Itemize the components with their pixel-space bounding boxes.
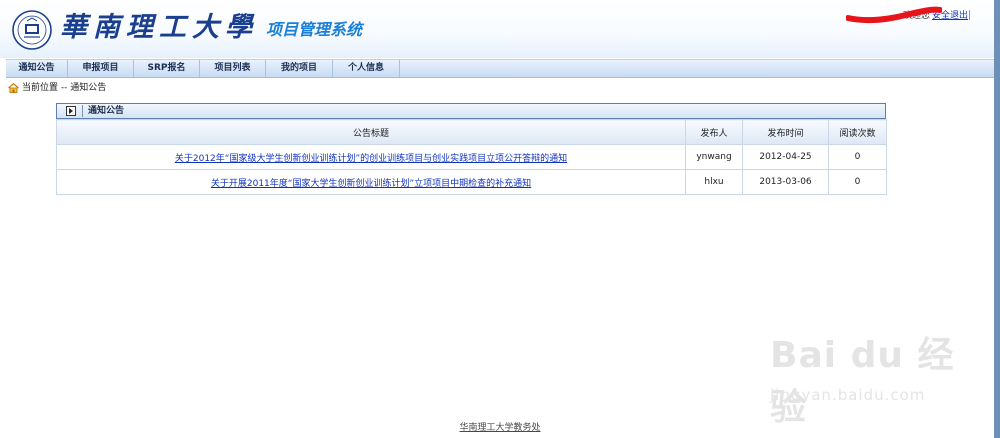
column-header-publisher: 发布人 [685, 119, 743, 145]
reads-cell: 0 [828, 144, 887, 170]
home-icon [8, 83, 19, 93]
panel-header: 通知公告 [56, 103, 886, 119]
panel-title: 通知公告 [88, 106, 125, 116]
header: 華南理工大學 项目管理系统 欢迎您 安全退出 [0, 0, 1000, 58]
breadcrumb: 当前位置 -- 通知公告 [8, 81, 106, 95]
divider [969, 10, 970, 20]
notice-link[interactable]: 关于开展2011年度“国家大学生创新创业训练计划”立项项目中期检查的补充通知 [211, 179, 531, 189]
nav-item-my-projects[interactable]: 我的项目 [266, 60, 333, 77]
divider [82, 105, 83, 117]
notice-title-cell: 关于2012年“国家级大学生创新创业训练计划”的创业训练项目与创业实践项目立项公… [56, 144, 686, 170]
table-row: 关于2012年“国家级大学生创新创业训练计划”的创业训练项目与创业实践项目立项公… [56, 144, 887, 170]
redaction-scribble [846, 6, 942, 24]
nav-item-apply-project[interactable]: 申报项目 [68, 60, 134, 77]
table-header-row: 公告标题 发布人 发布时间 阅读次数 [56, 119, 887, 145]
watermark-logo: Bai du 经验 [770, 335, 955, 428]
column-header-title: 公告标题 [56, 119, 686, 145]
notice-table: 公告标题 发布人 发布时间 阅读次数 关于2012年“国家级大学生创新创业训练计… [56, 119, 887, 195]
main-nav: 通知公告 申报项目 SRP报名 项目列表 我的项目 个人信息 [6, 59, 995, 78]
column-header-date: 发布时间 [742, 119, 829, 145]
notice-link[interactable]: 关于2012年“国家级大学生创新创业训练计划”的创业训练项目与创业实践项目立项公… [175, 154, 567, 164]
reads-cell: 0 [828, 169, 887, 195]
nav-item-notices[interactable]: 通知公告 [6, 60, 68, 77]
date-cell: 2012-04-25 [742, 144, 829, 170]
notice-panel: 通知公告 公告标题 发布人 发布时间 阅读次数 关于2012年“国家级大学生创新… [56, 103, 887, 195]
system-title: 项目管理系统 [266, 20, 363, 39]
breadcrumb-text: 当前位置 -- 通知公告 [22, 83, 107, 93]
publisher-cell: ynwang [685, 144, 743, 170]
publisher-cell: hlxu [685, 169, 743, 195]
column-header-reads: 阅读次数 [828, 119, 887, 145]
date-cell: 2013-03-06 [742, 169, 829, 195]
watermark-url: jingyan.baidu.com [770, 386, 926, 404]
footer-link[interactable]: 华南理工大学教务处 [459, 423, 540, 433]
notice-title-cell: 关于开展2011年度“国家大学生创新创业训练计划”立项项目中期检查的补充通知 [56, 169, 686, 195]
table-row: 关于开展2011年度“国家大学生创新创业训练计划”立项项目中期检查的补充通知 h… [56, 169, 887, 195]
university-seal-icon [12, 10, 52, 50]
nav-item-personal-info[interactable]: 个人信息 [333, 60, 400, 77]
nav-item-project-list[interactable]: 项目列表 [200, 60, 266, 77]
footer: 华南理工大学教务处 [0, 420, 1000, 433]
watermark: Bai du 经验 jingyan.baidu.com [770, 326, 970, 428]
window-frame-edge [994, 0, 1000, 438]
nav-item-srp-signup[interactable]: SRP报名 [134, 60, 200, 77]
university-name: 華南理工大學 [60, 12, 258, 43]
expand-toggle-icon[interactable] [66, 106, 76, 116]
